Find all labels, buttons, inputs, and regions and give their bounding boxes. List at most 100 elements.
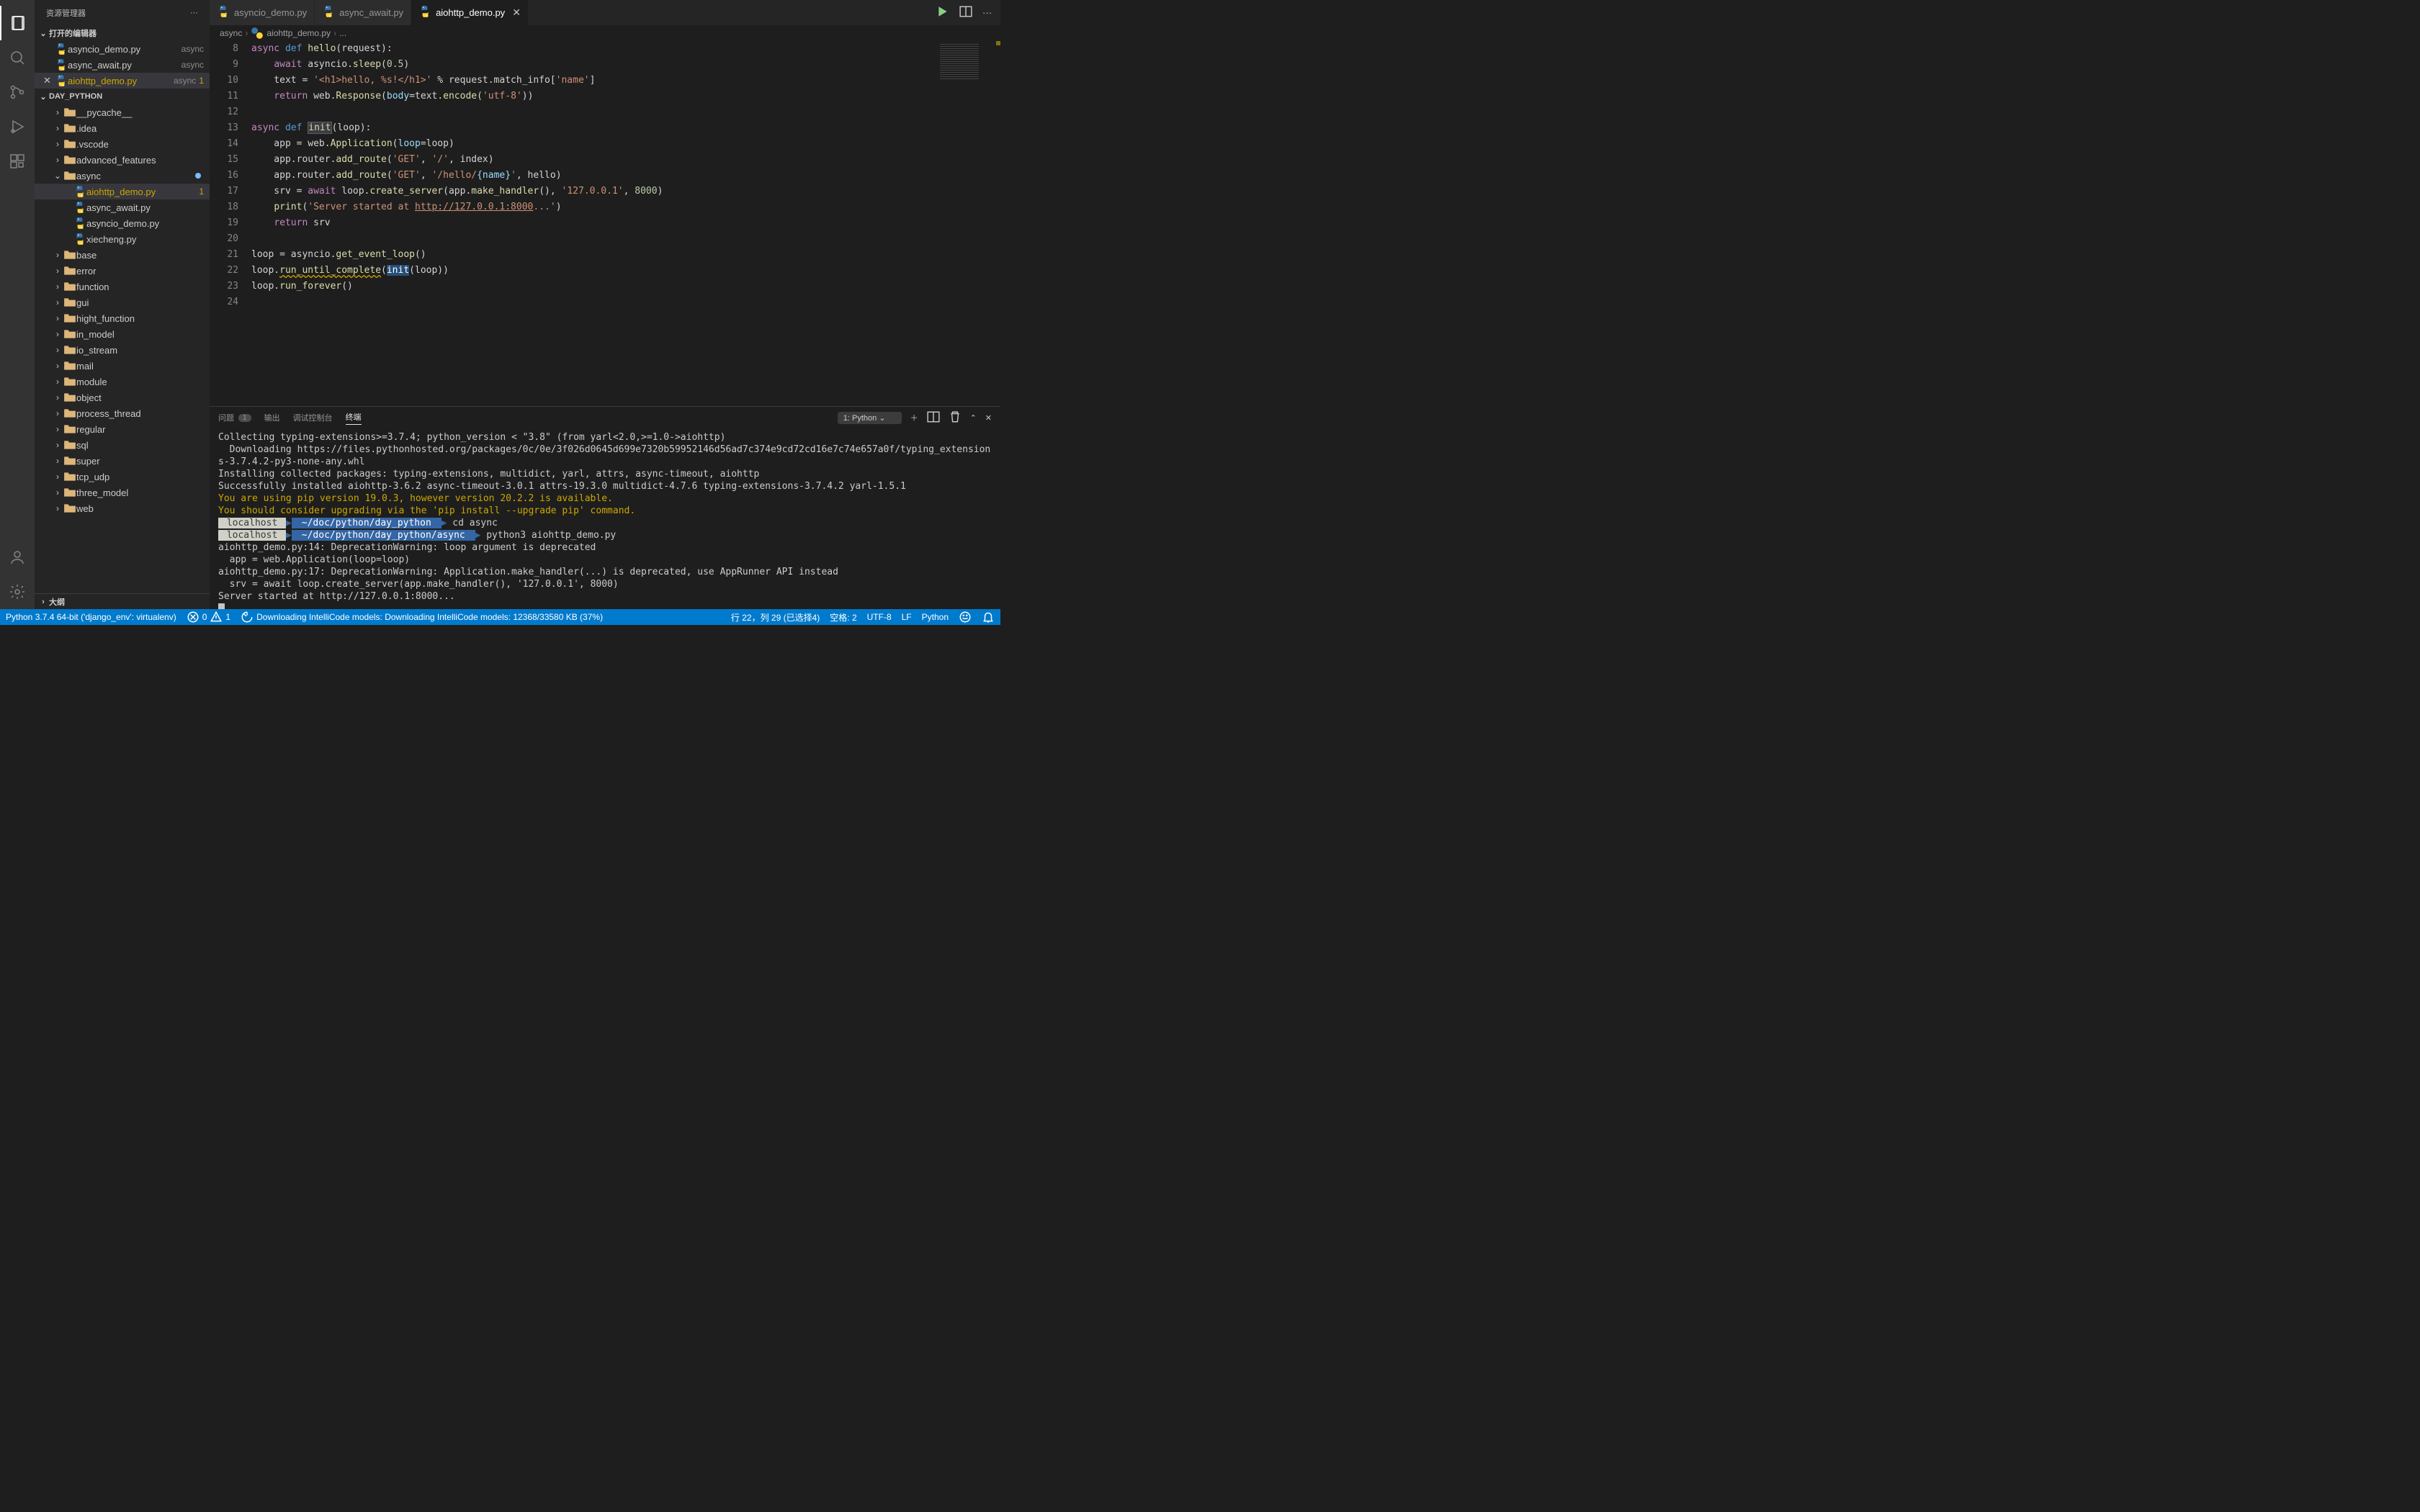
run-icon[interactable]: [936, 5, 949, 20]
open-editor-desc: async: [174, 76, 196, 86]
editor-tab[interactable]: async_await.py: [315, 0, 411, 25]
code-line[interactable]: srv = await loop.create_server(app.make_…: [251, 184, 1000, 199]
code-line[interactable]: loop.run_forever(): [251, 279, 1000, 294]
more-icon[interactable]: ···: [190, 9, 198, 17]
maximize-panel-icon[interactable]: ⌃: [970, 413, 977, 423]
chevron-icon: ›: [52, 155, 63, 165]
open-editor-item[interactable]: asyncio_demo.pyasync: [35, 41, 210, 57]
tree-file[interactable]: aiohttp_demo.py1: [35, 184, 210, 199]
breadcrumb[interactable]: async › aiohttp_demo.py › ...: [210, 25, 1000, 41]
code-line[interactable]: [251, 294, 1000, 310]
split-editor-icon[interactable]: [959, 5, 972, 20]
tree-file[interactable]: async_await.py: [35, 199, 210, 215]
close-panel-icon[interactable]: ✕: [985, 413, 992, 423]
tree-folder[interactable]: ›sql: [35, 437, 210, 453]
split-terminal-icon[interactable]: [927, 410, 940, 426]
tree-folder[interactable]: ›regular: [35, 421, 210, 437]
tree-folder[interactable]: ⌄async: [35, 168, 210, 184]
terminal[interactable]: Collecting typing-extensions>=3.7.4; pyt…: [210, 428, 1000, 609]
chevron-icon: ›: [52, 424, 63, 434]
code-line[interactable]: print('Server started at http://127.0.0.…: [251, 199, 1000, 215]
breadcrumb-more[interactable]: ...: [339, 28, 346, 38]
editor-tab[interactable]: aiohttp_demo.py✕: [411, 0, 529, 25]
activity-account-icon[interactable]: [0, 540, 35, 575]
code-line[interactable]: app.router.add_route('GET', '/', index): [251, 152, 1000, 168]
tree-item-label: three_model: [76, 487, 204, 498]
tree-folder[interactable]: ›gui: [35, 294, 210, 310]
tree-folder[interactable]: ›advanced_features: [35, 152, 210, 168]
code-line[interactable]: [251, 231, 1000, 247]
activity-debug-icon[interactable]: [0, 109, 35, 144]
status-python-env[interactable]: Python 3.7.4 64-bit ('django_env': virtu…: [6, 612, 176, 622]
panel-tab-problems[interactable]: 问题 1: [218, 412, 251, 423]
kill-terminal-icon[interactable]: [949, 410, 962, 426]
editor-tab[interactable]: asyncio_demo.py: [210, 0, 315, 25]
code-line[interactable]: app = web.Application(loop=loop): [251, 136, 1000, 152]
status-problems[interactable]: 0 1: [187, 611, 230, 624]
tree-folder[interactable]: ›io_stream: [35, 342, 210, 358]
status-download[interactable]: Downloading IntelliCode models: Download…: [241, 611, 603, 624]
tree-folder[interactable]: ›hight_function: [35, 310, 210, 326]
minimap[interactable]: [936, 41, 1000, 406]
activity-settings-icon[interactable]: [0, 575, 35, 609]
tree-folder[interactable]: ›error: [35, 263, 210, 279]
tree-folder[interactable]: ›super: [35, 453, 210, 469]
close-icon[interactable]: ✕: [43, 75, 55, 86]
breadcrumb-folder[interactable]: async: [220, 28, 242, 38]
line-number: 13: [210, 120, 238, 136]
close-icon[interactable]: ✕: [512, 6, 521, 19]
code-line[interactable]: app.router.add_route('GET', '/hello/{nam…: [251, 168, 1000, 184]
activity-explorer-icon[interactable]: [0, 6, 35, 40]
activity-extensions-icon[interactable]: [0, 144, 35, 179]
status-bell-icon[interactable]: [982, 611, 995, 624]
code-line[interactable]: await asyncio.sleep(0.5): [251, 57, 1000, 73]
open-editors-header[interactable]: ⌄打开的编辑器: [35, 25, 210, 41]
chevron-icon: ›: [52, 440, 63, 450]
code-line[interactable]: loop = asyncio.get_event_loop(): [251, 247, 1000, 263]
status-lang[interactable]: Python: [922, 612, 949, 622]
code-line[interactable]: return srv: [251, 215, 1000, 231]
more-actions-icon[interactable]: ···: [982, 7, 992, 18]
new-terminal-icon[interactable]: ＋: [910, 412, 918, 423]
tree-folder[interactable]: ›process_thread: [35, 405, 210, 421]
panel-tab-output[interactable]: 输出: [264, 412, 280, 423]
panel-tab-debug[interactable]: 调试控制台: [293, 412, 333, 423]
open-editor-item[interactable]: async_await.pyasync: [35, 57, 210, 73]
activity-search-icon[interactable]: [0, 40, 35, 75]
tree-folder[interactable]: ›web: [35, 500, 210, 516]
open-editor-item[interactable]: ✕aiohttp_demo.pyasync1: [35, 73, 210, 89]
tree-folder[interactable]: ›base: [35, 247, 210, 263]
breadcrumb-file[interactable]: aiohttp_demo.py: [266, 28, 331, 38]
activity-scm-icon[interactable]: [0, 75, 35, 109]
tree-folder[interactable]: ›mail: [35, 358, 210, 374]
folder-icon: [63, 438, 76, 451]
code-area[interactable]: async def hello(request): await asyncio.…: [251, 41, 1000, 406]
panel-tab-terminal[interactable]: 终端: [346, 411, 362, 425]
tree-folder[interactable]: ›object: [35, 390, 210, 405]
tree-folder[interactable]: ›.idea: [35, 120, 210, 136]
outline-header[interactable]: ›大纲: [35, 593, 210, 609]
tree-folder[interactable]: ›tcp_udp: [35, 469, 210, 485]
tree-folder[interactable]: ›three_model: [35, 485, 210, 500]
status-eol[interactable]: LF: [902, 612, 912, 622]
editor[interactable]: 89101112131415161718192021222324 async d…: [210, 41, 1000, 406]
tree-file[interactable]: asyncio_demo.py: [35, 215, 210, 231]
workspace-header[interactable]: ⌄DAY_PYTHON: [35, 89, 210, 104]
code-line[interactable]: async def hello(request):: [251, 41, 1000, 57]
tree-folder[interactable]: ›function: [35, 279, 210, 294]
tree-folder[interactable]: ›module: [35, 374, 210, 390]
tree-file[interactable]: xiecheng.py: [35, 231, 210, 247]
terminal-selector[interactable]: 1: Python ⌄: [838, 412, 902, 424]
tree-folder[interactable]: ›in_model: [35, 326, 210, 342]
tree-folder[interactable]: ›.vscode: [35, 136, 210, 152]
tree-folder[interactable]: ›__pycache__: [35, 104, 210, 120]
code-line[interactable]: async def init(loop):: [251, 120, 1000, 136]
status-feedback-icon[interactable]: [959, 611, 972, 624]
code-line[interactable]: return web.Response(body=text.encode('ut…: [251, 89, 1000, 104]
status-encoding[interactable]: UTF-8: [867, 612, 892, 622]
code-line[interactable]: [251, 104, 1000, 120]
code-line[interactable]: loop.run_until_complete(init(loop)): [251, 263, 1000, 279]
status-ln-col[interactable]: 行 22，列 29 (已选择4): [731, 611, 820, 624]
status-spaces[interactable]: 空格: 2: [830, 611, 856, 624]
code-line[interactable]: text = '<h1>hello, %s!</h1>' % request.m…: [251, 73, 1000, 89]
